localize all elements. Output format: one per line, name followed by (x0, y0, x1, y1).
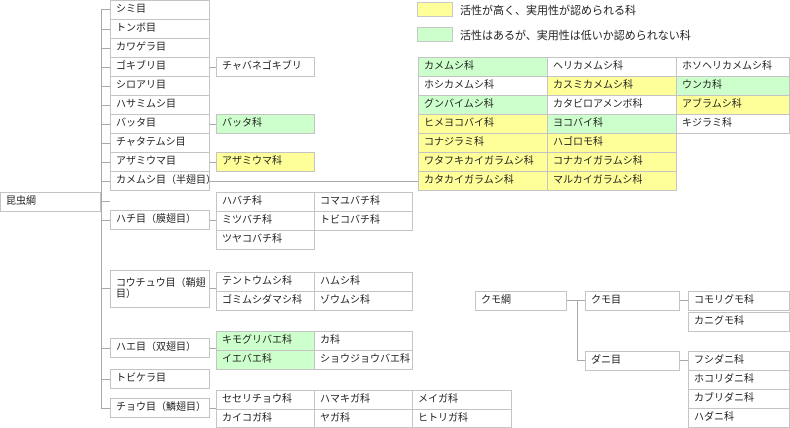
family-spider-cell: カニグモ科 (688, 312, 790, 332)
family-hymenoptera-cell: コマユバチ科 (314, 192, 413, 212)
order-chou: チョウ目（鱗翅目） (110, 398, 210, 418)
family-hemiptera-cell: ワタフキカイガラムシ科 (418, 152, 548, 172)
family-hemiptera-cell: グンバイムシ科 (418, 95, 548, 115)
order-mite: ダニ目 (585, 351, 680, 371)
order-shiroari: シロアリ目 (110, 76, 210, 96)
family-spider-cell: コモリグモ科 (688, 291, 790, 311)
family-hemiptera-cell: ヨコバイ科 (547, 114, 677, 134)
family-lepidoptera-cell: カイコガ科 (216, 409, 315, 428)
legend-swatch-high (417, 2, 453, 17)
family-batta: バッタ科 (216, 114, 315, 134)
legend-swatch-low (417, 27, 453, 42)
family-lepidoptera-cell: ヤガ科 (314, 409, 413, 428)
family-hemiptera-cell: カタビロアメンボ科 (547, 95, 677, 115)
family-mite-cell: カブリダニ科 (688, 389, 790, 409)
family-hemiptera-cell: ウンカ科 (676, 76, 790, 96)
family-hymenoptera-cell: トビコバチ科 (314, 211, 413, 231)
family-diptera-cell: ショウジョウバエ科 (314, 350, 413, 370)
family-mite-cell: フシダニ科 (688, 351, 790, 371)
order-tobikera: トビケラ目 (110, 369, 210, 389)
family-lepidoptera-cell: メイガ科 (412, 390, 512, 410)
family-hemiptera-cell: コナカイガラムシ科 (547, 152, 677, 172)
family-diptera-cell: キモグリバエ科 (216, 331, 315, 351)
family-hemiptera-cell: ホソヘリカメムシ科 (676, 57, 790, 77)
family-hymenoptera-cell: ツヤコバチ科 (216, 230, 315, 250)
family-hemiptera-cell: カタカイガラムシ科 (418, 171, 548, 191)
family-hemiptera-cell: ヒメヨコバイ科 (418, 114, 548, 134)
family-hemiptera-cell: コナジラミ科 (418, 133, 548, 153)
legend-text-low: 活性はあるが、実用性は低いか認められない科 (460, 29, 691, 42)
order-spider: クモ目 (585, 291, 680, 311)
order-tonbo: トンボ目 (110, 19, 210, 39)
family-hemiptera-cell: カメムシ科 (418, 57, 548, 77)
order-shimi: シミ目 (110, 0, 210, 20)
order-kouchu: コウチュウ目（鞘翅目） (110, 270, 210, 308)
order-hachi: ハチ目（膜翅目） (110, 210, 210, 230)
order-gokiburi: ゴキブリ目 (110, 57, 210, 77)
family-mite-cell: ハダニ科 (688, 408, 790, 428)
family-lepidoptera-cell: ハマキガ科 (314, 390, 413, 410)
family-hemiptera-cell: ヘリカメムシ科 (547, 57, 677, 77)
family-chabane-gokiburi: チャバネゴキブリ (216, 57, 315, 77)
family-mite-cell: ホコリダニ科 (688, 370, 790, 390)
family-diptera-cell: カ科 (314, 331, 413, 351)
family-hemiptera-cell: ホシカメムシ科 (418, 76, 548, 96)
order-batta: バッタ目 (110, 114, 210, 134)
order-chatatemushi: チャタテムシ目 (110, 133, 210, 153)
family-hemiptera-cell: マルカイガラムシ科 (547, 171, 677, 191)
family-hemiptera-cell: ハゴロモ科 (547, 133, 677, 153)
order-kamemushi: カメムシ目（半翅目） (110, 171, 210, 191)
family-hymenoptera-cell: ハバチ科 (216, 192, 315, 212)
family-coleoptera-cell: ゴミムシダマシ科 (216, 291, 315, 311)
order-hae: ハエ目（双翅目） (110, 338, 210, 358)
family-lepidoptera-cell: セセリチョウ科 (216, 390, 315, 410)
family-coleoptera-cell: ハムシ科 (314, 272, 413, 292)
family-azamiuma: アザミウマ科 (216, 152, 315, 172)
family-hemiptera-cell: カスミカメムシ科 (547, 76, 677, 96)
order-azamiuma: アザミウマ目 (110, 152, 210, 172)
root-arachnida: クモ綱 (475, 291, 567, 311)
root-insecta: 昆虫綱 (0, 192, 101, 212)
family-diptera-cell: イエバエ科 (216, 350, 315, 370)
legend-text-high: 活性が高く、実用性が認められる科 (460, 4, 636, 17)
family-lepidoptera-cell: ヒトリガ科 (412, 409, 512, 428)
family-hemiptera-cell: アブラムシ科 (676, 95, 790, 115)
family-hemiptera-cell: キジラミ科 (676, 114, 790, 134)
order-hasamimushi: ハサミムシ目 (110, 95, 210, 115)
family-coleoptera-cell: テントウムシ科 (216, 272, 315, 292)
family-hymenoptera-cell: ミツバチ科 (216, 211, 315, 231)
order-kawagera: カワゲラ目 (110, 38, 210, 58)
family-coleoptera-cell: ゾウムシ科 (314, 291, 413, 311)
